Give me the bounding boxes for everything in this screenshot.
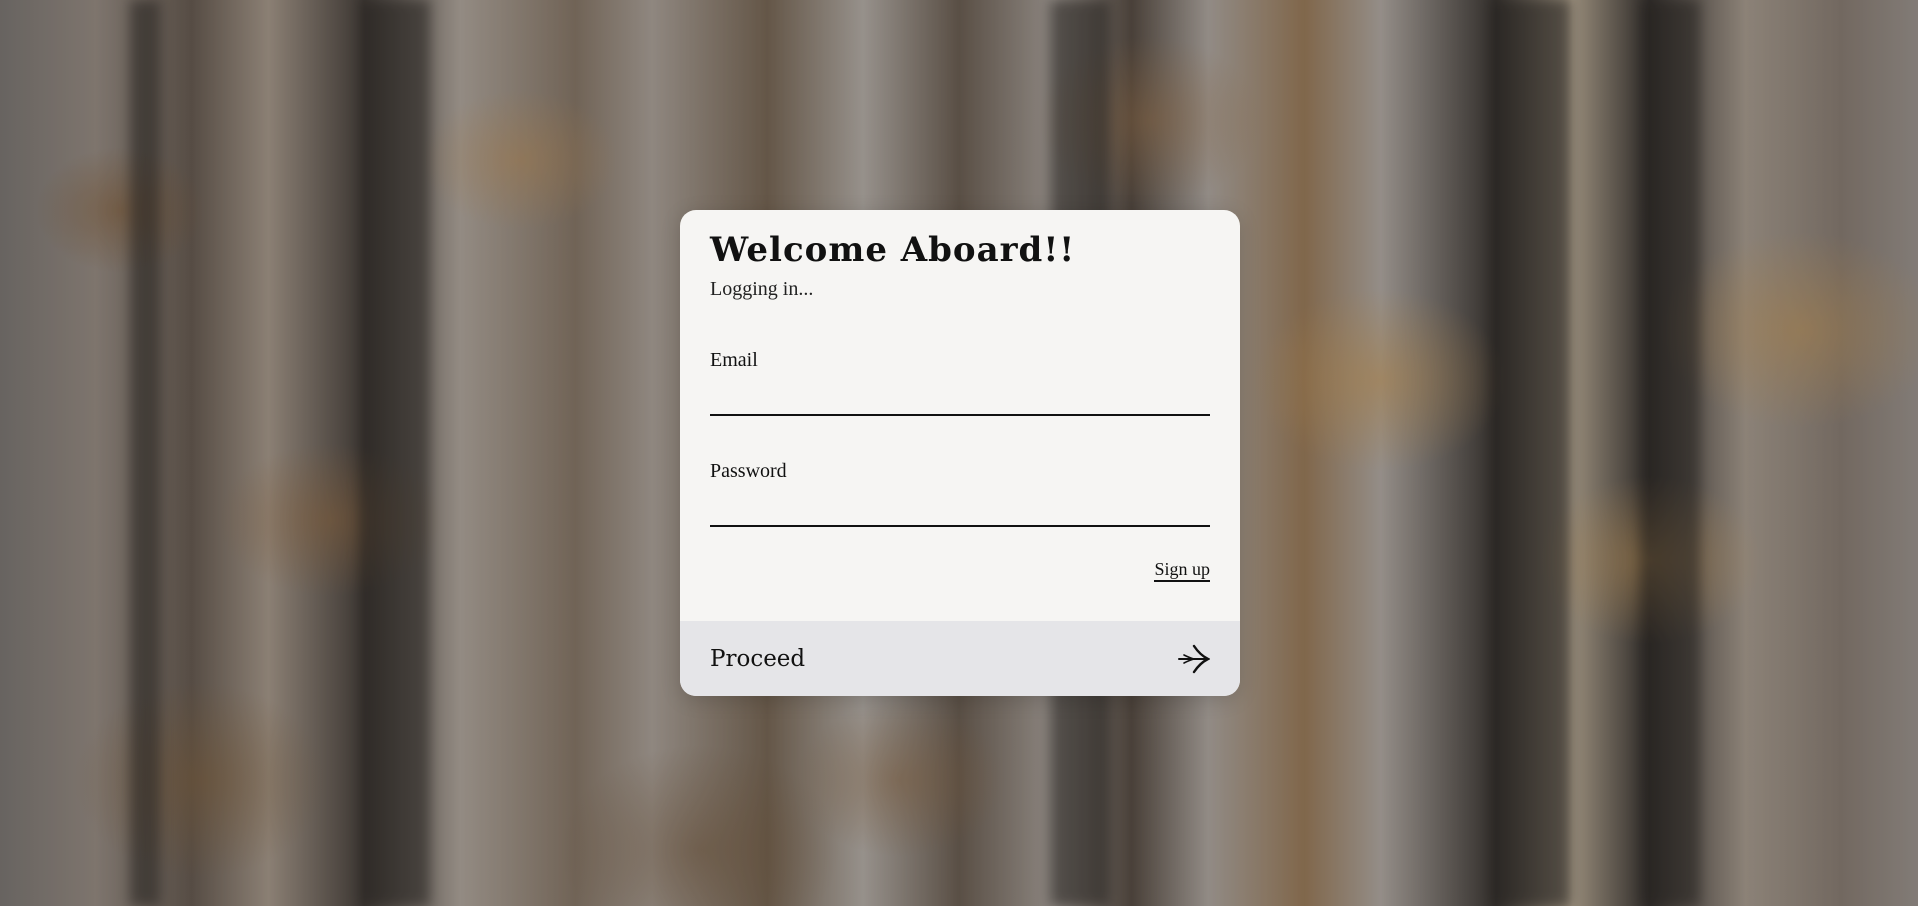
email-label: Email (710, 349, 758, 371)
password-field-group: Password (710, 460, 1210, 527)
signup-link[interactable]: Sign up (1154, 559, 1210, 582)
password-input[interactable] (710, 487, 1210, 527)
page-subtitle: Logging in... (710, 278, 814, 300)
signup-row: Sign up (710, 559, 1210, 587)
page-title: Welcome Aboard!! (710, 230, 1076, 270)
proceed-button[interactable]: Proceed (680, 621, 1240, 696)
login-card: Welcome Aboard!! Logging in... Email Pas… (680, 210, 1240, 696)
email-input[interactable] (710, 376, 1210, 416)
proceed-label: Proceed (710, 645, 806, 672)
email-field-group: Email (710, 349, 1210, 416)
password-label: Password (710, 460, 787, 482)
arrow-right-icon (1178, 644, 1210, 673)
login-form: Welcome Aboard!! Logging in... Email Pas… (680, 210, 1240, 587)
